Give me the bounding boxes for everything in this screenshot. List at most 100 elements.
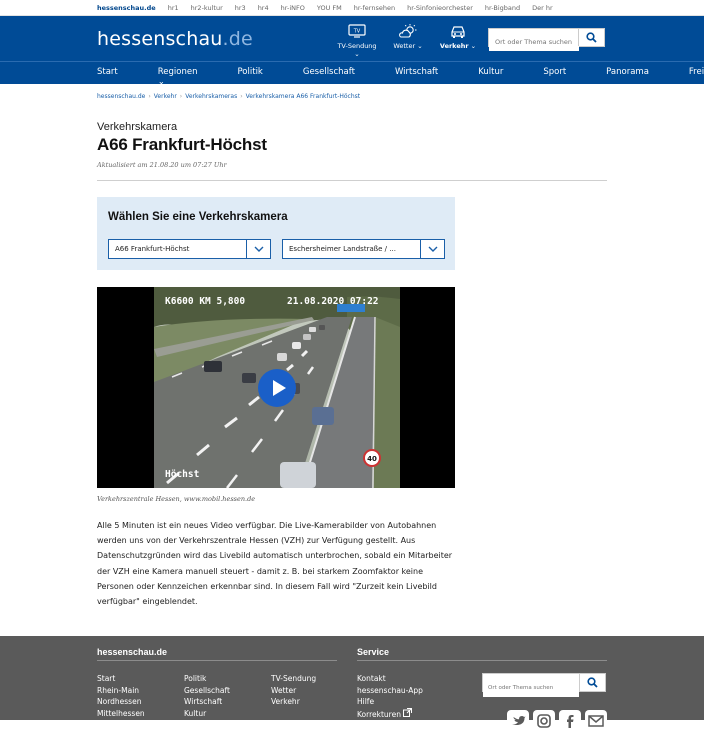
page-title: A66 Frankfurt-Höchst	[97, 135, 267, 154]
footer-column-3: TV-Sendung Wetter Verkehr	[271, 673, 316, 708]
camera-timestamp-overlay: 21.08.2020 07:22	[287, 296, 379, 307]
traffic-camera-video[interactable]: 40 K6600 KM 5,800 21.08.2020 07:22 Höchs…	[97, 287, 455, 488]
city-camera-select-value: Eschersheimer Landstraße / ...	[289, 245, 396, 253]
breadcrumb-item[interactable]: Verkehr	[154, 93, 177, 100]
nav-item-wirtschaft[interactable]: Wirtschaft	[395, 67, 458, 87]
footer-search-input[interactable]	[483, 679, 579, 697]
footer-link-label: Kontakt	[357, 674, 386, 683]
breadcrumb-item[interactable]: Verkehrskamera A66 Frankfurt-Höchst	[246, 93, 361, 100]
footer-link-nordhessen[interactable]: Nordhessen	[97, 696, 145, 708]
footer-heading-service: Service	[357, 647, 390, 657]
wetter-label: Wetter	[393, 42, 416, 50]
nav-item-gesellschaft[interactable]: Gesellschaft	[303, 67, 375, 87]
nav-item-panorama[interactable]: Panorama	[606, 67, 669, 87]
search-input[interactable]	[489, 33, 579, 51]
footer-link-hilfe[interactable]: Hilfe	[357, 696, 423, 708]
nav-item-label: Sport	[543, 67, 567, 77]
city-camera-select[interactable]: Eschersheimer Landstraße / ...	[282, 239, 445, 259]
breadcrumb: hessenschau.de › Verkehr › Verkehrskameras › V…	[97, 93, 360, 100]
network-link-hr-bigband[interactable]: hr-Bigband	[485, 4, 520, 12]
network-link-hr-sinfonieorchester[interactable]: hr-Sinfonieorchester	[407, 4, 473, 12]
network-link-hr1[interactable]: hr1	[168, 4, 179, 12]
main-nav-items: Start Regionen ⌄ Politik Gesellschaft Wirtsc…	[97, 67, 704, 87]
network-links: hessenschau.de hr1 hr2-kultur hr3 hr4 hr-iNFO…	[97, 4, 553, 12]
breadcrumb-item[interactable]: Verkehrskameras	[185, 93, 237, 100]
footer-link-gesellschaft[interactable]: Gesellschaft	[184, 685, 230, 697]
footer-link-tv-sendung[interactable]: TV-Sendung	[271, 673, 316, 685]
nav-item-label: Regionen	[157, 67, 198, 77]
nav-item-label: Start	[97, 67, 118, 77]
article-body: Alle 5 Minuten ist ein neues Video verfü…	[97, 521, 453, 607]
footer-divider	[357, 660, 607, 661]
nav-item-kultur[interactable]: Kultur	[478, 67, 523, 87]
footer-link-label: Verkehr	[271, 697, 300, 706]
network-link-der-hr[interactable]: Der hr	[532, 4, 553, 12]
footer-link-korrekturen[interactable]: Korrekturen	[357, 707, 423, 721]
breadcrumb-item[interactable]: hessenschau.de	[97, 93, 145, 100]
footer-link-politik[interactable]: Politik	[184, 673, 230, 685]
footer-link-label: Rhein-Main	[97, 685, 140, 695]
footer-link-verkehr[interactable]: Verkehr	[271, 696, 316, 708]
search-button[interactable]	[578, 29, 604, 46]
footer-link-label: Politik	[184, 674, 207, 683]
network-link-hessenschau-de[interactable]: hessenschau.de	[97, 4, 156, 12]
footer-divider	[97, 660, 337, 661]
tv-icon-label: TV	[353, 29, 361, 35]
footer-search-button[interactable]	[579, 674, 605, 691]
facebook-icon[interactable]	[559, 710, 581, 732]
site-logo[interactable]: hessenschau.de	[97, 28, 253, 50]
weather-icon	[386, 24, 430, 40]
search-icon	[586, 32, 597, 43]
footer-link-kultur[interactable]: Kultur	[184, 708, 230, 720]
nav-item-politik[interactable]: Politik	[237, 67, 282, 87]
nav-item-freizeit[interactable]: Freizeit	[689, 67, 704, 87]
site-header: hessenschau.de TV TV-Sendung ⌄ Wetter ⌄ …	[0, 16, 704, 61]
twitter-icon[interactable]	[507, 710, 529, 732]
nav-item-start[interactable]: Start	[97, 67, 138, 87]
play-button[interactable]	[258, 369, 296, 407]
network-link-hr2-kultur[interactable]: hr2-kultur	[191, 4, 223, 12]
tv-sendung-menu[interactable]: TV TV-Sendung ⌄	[335, 24, 379, 58]
highway-camera-select-value: A66 Frankfurt-Höchst	[115, 245, 190, 253]
footer-link-wetter[interactable]: Wetter	[271, 685, 316, 697]
breadcrumb-separator: ›	[148, 93, 151, 100]
updated-timestamp: Aktualisiert am 21.08.20 um 07:27 Uhr	[97, 161, 227, 169]
network-link-you-fm[interactable]: YOU FM	[317, 4, 342, 12]
footer-link-kontakt[interactable]: Kontakt	[357, 673, 423, 685]
wetter-menu[interactable]: Wetter ⌄	[386, 24, 430, 50]
nav-item-label: Gesellschaft	[302, 67, 355, 77]
divider	[97, 180, 607, 181]
chevron-down-icon: ⌄	[417, 42, 423, 50]
footer-link-label: TV-Sendung	[271, 674, 317, 683]
verkehr-menu[interactable]: Verkehr ⌄	[436, 24, 480, 50]
footer-link-label: hessenschau-App	[357, 685, 423, 695]
network-link-hr-info[interactable]: hr-iNFO	[281, 4, 305, 12]
verkehr-label: Verkehr	[439, 42, 469, 50]
tv-icon: TV	[335, 24, 379, 40]
footer-link-wirtschaft[interactable]: Wirtschaft	[184, 696, 230, 708]
footer-link-rhein-main[interactable]: Rhein-Main	[97, 685, 145, 697]
logo-suffix: .de	[222, 28, 253, 50]
highway-camera-select[interactable]: A66 Frankfurt-Höchst	[108, 239, 271, 259]
footer-column-4: Kontakt hessenschau-App Hilfe Korrekturen	[357, 673, 423, 720]
breadcrumb-separator: ›	[179, 93, 183, 100]
footer-link-start[interactable]: Start	[97, 673, 145, 685]
network-link-hr-fernsehen[interactable]: hr-fernsehen	[354, 4, 395, 12]
nav-item-sport[interactable]: Sport	[543, 67, 586, 87]
network-link-hr3[interactable]: hr3	[235, 4, 246, 12]
nav-item-regionen[interactable]: Regionen ⌄	[158, 67, 218, 87]
chevron-down-icon: ⌄	[470, 42, 477, 50]
footer-link-mittelhessen[interactable]: Mittelhessen	[97, 708, 145, 720]
footer-column-2: Politik Gesellschaft Wirtschaft Kultur	[184, 673, 230, 719]
mail-icon[interactable]	[585, 710, 607, 732]
main-navigation: Start Regionen ⌄ Politik Gesellschaft Wirtsc…	[0, 61, 704, 87]
instagram-icon[interactable]	[533, 710, 555, 732]
footer-link-hessenschau-app[interactable]: hessenschau-App	[357, 685, 423, 697]
footer-link-label: Kultur	[184, 708, 207, 718]
logo-text: hessenschau	[97, 28, 223, 50]
network-link-hr4[interactable]: hr4	[258, 4, 269, 12]
breadcrumb-separator: ›	[240, 93, 243, 100]
search-icon	[587, 677, 598, 688]
camera-selector: Wählen Sie eine Verkehrskamera A66 Frank…	[97, 197, 455, 270]
chevron-down-icon: ⌄	[157, 77, 165, 87]
